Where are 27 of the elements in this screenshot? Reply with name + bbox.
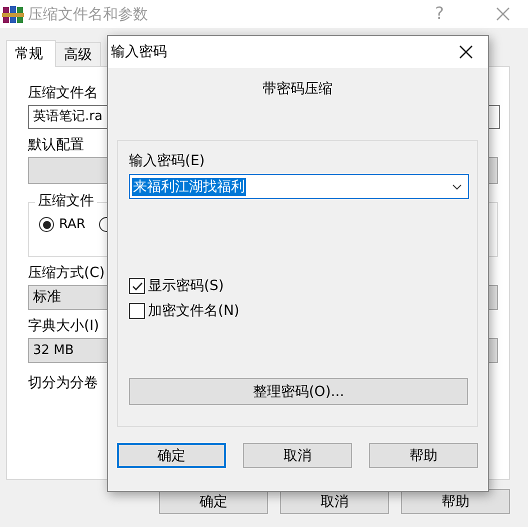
dialog-title: 输入密码: [111, 43, 167, 61]
dialog-button[interactable]: 帮助: [401, 489, 510, 514]
archive-name-label: 压缩文件名: [28, 84, 98, 103]
close-icon[interactable]: [459, 45, 473, 59]
checkbox-label: 显示密码(S): [148, 277, 224, 295]
checkbox-label: 加密文件名(N): [148, 302, 240, 320]
method-label: 压缩方式(C): [28, 264, 105, 283]
dictionary-label: 字典大小(I): [28, 317, 100, 336]
caret-icon[interactable]: [452, 184, 462, 190]
tab[interactable]: 高级: [55, 42, 101, 66]
format-group-label: 压缩文件: [35, 192, 97, 210]
dialog-button[interactable]: 帮助: [369, 443, 478, 468]
default-profile-label: 默认配置: [28, 136, 84, 155]
radio-label: RAR: [59, 217, 86, 232]
organize-passwords-button[interactable]: 整理密码(O)...: [129, 378, 468, 405]
split-label: 切分为分卷: [28, 374, 98, 393]
window-title: 压缩文件名和参数: [28, 4, 148, 24]
dialog-heading: 带密码压缩: [262, 80, 332, 98]
password-field[interactable]: 来福利江湖找福利: [129, 174, 469, 199]
password-label: 输入密码(E): [129, 152, 205, 171]
dialog-button[interactable]: 确定: [117, 443, 226, 468]
dialog-button[interactable]: 取消: [243, 443, 352, 468]
tab[interactable]: 常规: [6, 40, 56, 67]
radio-button[interactable]: [39, 217, 54, 232]
checkbox[interactable]: [129, 278, 145, 294]
archive-books-icon: [2, 4, 24, 24]
checkbox[interactable]: [129, 303, 145, 319]
